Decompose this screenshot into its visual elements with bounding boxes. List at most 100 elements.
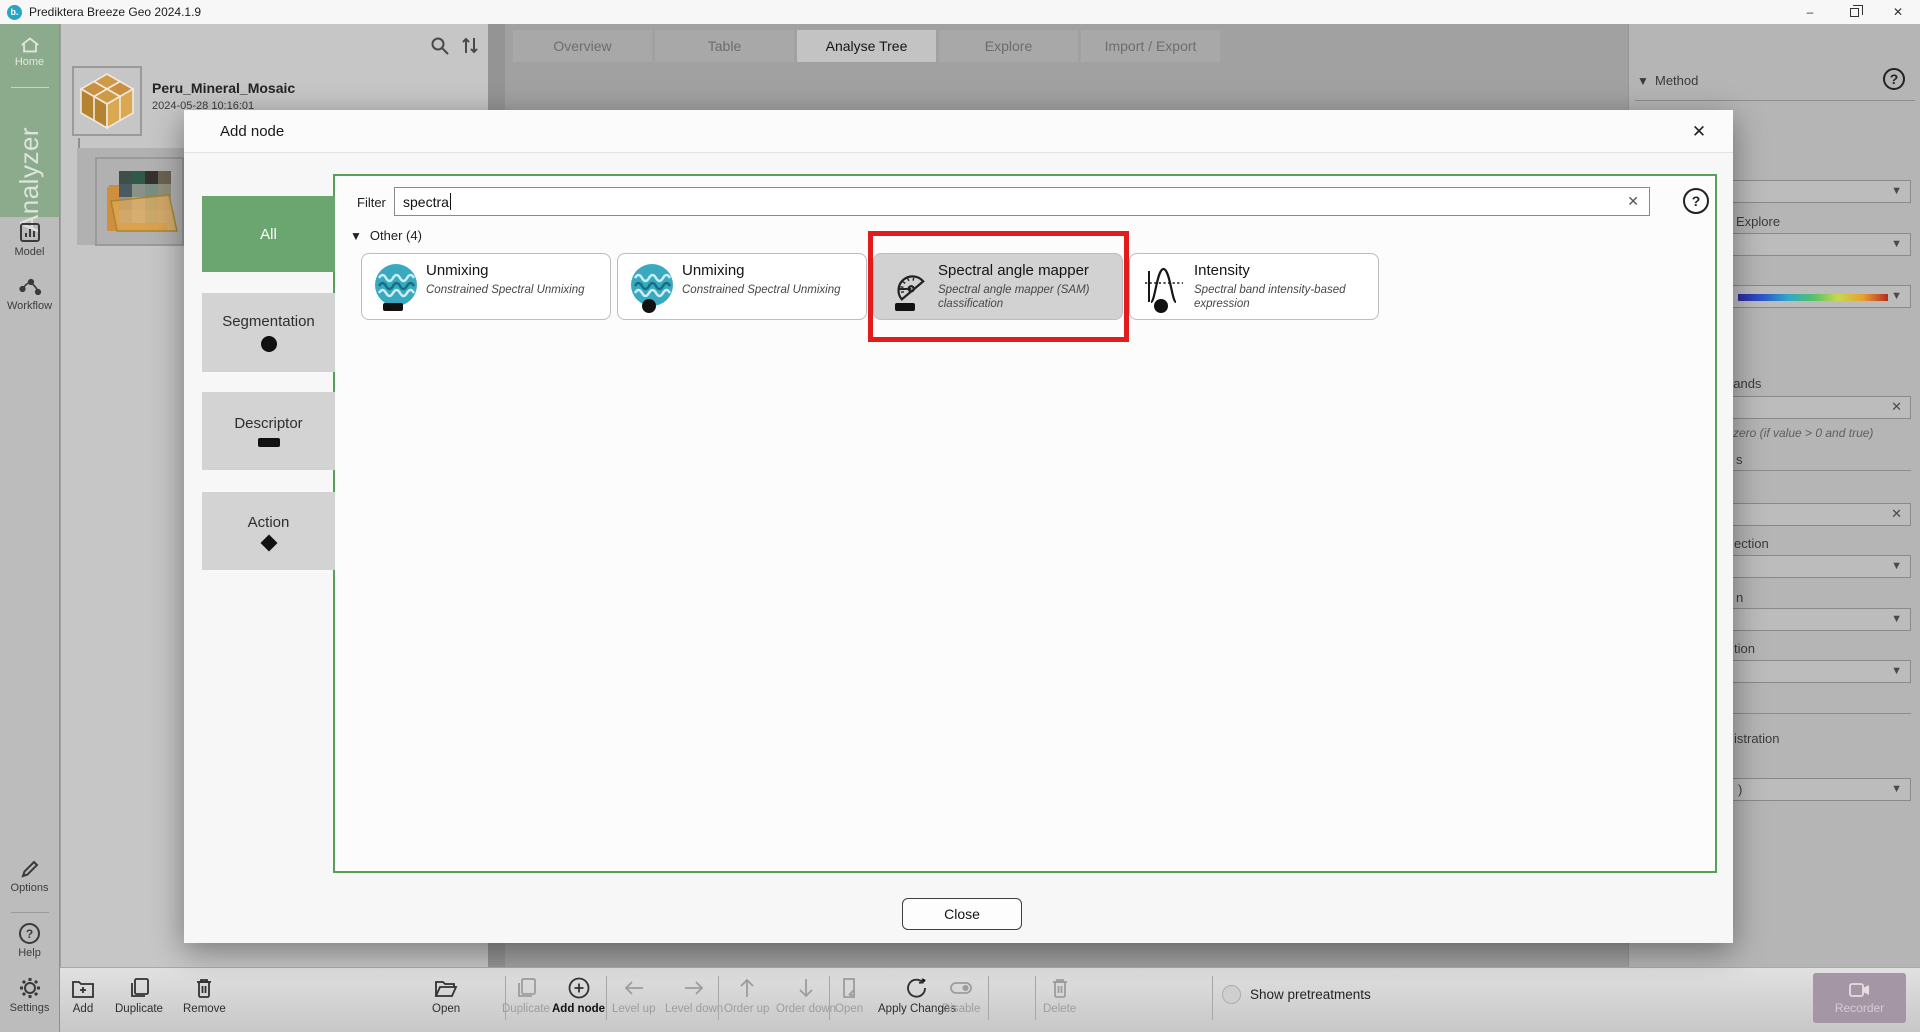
help-icon: ? — [18, 922, 41, 945]
tab-analyse-tree[interactable]: Analyse Tree — [797, 30, 936, 62]
filter-input[interactable]: spectra ✕ — [394, 187, 1650, 216]
dialog-title: Add node — [220, 123, 284, 140]
rail-item-settings[interactable]: Settings — [0, 976, 59, 1014]
tab-explore[interactable]: Explore — [939, 30, 1078, 62]
trash-icon — [1049, 976, 1071, 1000]
window-title: Prediktera Breeze Geo 2024.1.9 — [29, 5, 201, 19]
arrow-right-icon — [681, 976, 707, 1000]
analysis-thumbnail[interactable] — [95, 157, 184, 246]
marker-circle-icon — [1154, 299, 1168, 313]
gear-settings-icon — [18, 976, 42, 1000]
divider — [1635, 100, 1915, 101]
s-label-partial: s — [1736, 452, 1743, 467]
sort-icon[interactable] — [459, 34, 481, 57]
node-card-intensity[interactable]: Intensity Spectral band intensity-based … — [1129, 253, 1379, 320]
rail-item-analyzer[interactable]: Analyzer — [0, 120, 60, 238]
open-button[interactable]: Open — [432, 976, 460, 1015]
toggle-icon — [947, 976, 975, 1000]
clear-icon[interactable]: ✕ — [1891, 399, 1902, 415]
method-section-label: Method — [1655, 73, 1698, 88]
search-icon[interactable] — [429, 35, 451, 57]
delete-button[interactable]: Delete — [1043, 976, 1076, 1015]
level-down-button[interactable]: Level down — [665, 976, 723, 1015]
toolbar-divider — [988, 976, 989, 1020]
tab-import-export[interactable]: Import / Export — [1081, 30, 1220, 62]
duplicate-button[interactable]: Duplicate — [115, 976, 163, 1015]
order-down-button[interactable]: Order down — [776, 976, 836, 1015]
tab-overview[interactable]: Overview — [513, 30, 652, 62]
filter-clear-icon[interactable]: ✕ — [1627, 193, 1639, 210]
category-all-button[interactable]: All — [202, 196, 335, 272]
order-up-button[interactable]: Order up — [724, 976, 769, 1015]
rail-divider — [11, 87, 49, 88]
filter-input-value: spectra — [403, 194, 449, 210]
ection-label-partial: ection — [1734, 536, 1769, 551]
video-camera-icon — [1848, 981, 1872, 999]
level-up-button[interactable]: Level up — [612, 976, 655, 1015]
mosaic-cube-icon — [74, 68, 140, 134]
duplicate-node-button[interactable]: Duplicate — [502, 976, 550, 1015]
recorder-button[interactable]: Recorder — [1813, 973, 1906, 1023]
filter-label: Filter — [357, 195, 386, 210]
n-label-partial: n — [1736, 590, 1743, 605]
close-window-button[interactable]: ✕ — [1876, 0, 1920, 24]
rail-divider — [11, 912, 49, 913]
marker-rect-icon — [383, 303, 403, 311]
rail-item-workflow[interactable]: Workflow — [0, 276, 59, 312]
workflow-icon — [18, 276, 42, 298]
show-pretreatments-toggle[interactable] — [1222, 985, 1241, 1004]
category-descriptor-button[interactable]: Descriptor — [202, 392, 335, 470]
istration-label-partial: istration — [1734, 731, 1780, 746]
rail-item-model[interactable]: Model — [0, 222, 59, 258]
dataset-title[interactable]: Peru_Mineral_Mosaic 2024-05-28 10:16:01 — [152, 80, 295, 112]
selection-highlight-box — [868, 231, 1129, 342]
node-card-unmixing-1[interactable]: Unmixing Constrained Spectral Unmixing — [361, 253, 611, 320]
minimize-button[interactable]: – — [1788, 0, 1832, 24]
zero-note-partial: zero (if value > 0 and true) — [1733, 426, 1873, 440]
add-node-button[interactable]: Add node — [552, 976, 605, 1015]
node-card-unmixing-2[interactable]: Unmixing Constrained Spectral Unmixing — [617, 253, 867, 320]
method-collapse-chevron[interactable]: ▼ — [1637, 74, 1649, 88]
tab-bar: Overview Table Analyse Tree Explore Impo… — [513, 30, 1220, 62]
model-chart-icon — [18, 222, 42, 244]
unmixing-waves-icon — [374, 263, 418, 307]
restore-button[interactable] — [1832, 0, 1876, 24]
toolbar-divider — [1035, 976, 1036, 1020]
show-pretreatments-label: Show pretreatments — [1250, 987, 1371, 1002]
app-logo-icon: b. — [7, 5, 22, 20]
bottom-toolbar: Add Duplicate Remove Open Duplicate Add … — [60, 967, 1920, 1032]
add-button[interactable]: Add — [70, 976, 96, 1015]
clear-icon[interactable]: ✕ — [1891, 506, 1902, 522]
remove-button[interactable]: Remove — [183, 976, 226, 1015]
disable-button[interactable]: Disable — [942, 976, 980, 1015]
duplicate-icon — [514, 976, 538, 1000]
mosaic-folder-icon — [97, 159, 182, 244]
toolbar-divider — [606, 976, 607, 1020]
open-node-button[interactable]: Open — [835, 976, 863, 1015]
tab-table[interactable]: Table — [655, 30, 794, 62]
app-window: b. Prediktera Breeze Geo 2024.1.9 – ✕ Ho… — [0, 0, 1920, 1032]
dialog-close-icon[interactable]: ✕ — [1687, 120, 1711, 144]
close-dialog-button[interactable]: Close — [902, 898, 1022, 930]
group-other-header[interactable]: ▼ Other (4) — [350, 228, 422, 243]
title-bar: b. Prediktera Breeze Geo 2024.1.9 – ✕ — [0, 0, 1920, 24]
dialog-header: Add node ✕ — [184, 110, 1733, 153]
method-help-icon[interactable]: ? — [1883, 68, 1905, 90]
colormap-gradient — [1738, 294, 1888, 301]
sync-icon — [904, 976, 930, 1000]
trash-icon — [193, 976, 215, 1000]
home-icon — [19, 36, 41, 54]
rail-item-options[interactable]: Options — [0, 858, 59, 894]
dataset-thumbnail[interactable] — [72, 66, 142, 136]
segmentation-symbol-icon — [261, 336, 277, 352]
filter-help-icon[interactable]: ? — [1683, 188, 1709, 214]
category-action-button[interactable]: Action — [202, 492, 335, 570]
pencil-options-icon — [19, 858, 41, 880]
descriptor-symbol-icon — [258, 438, 280, 447]
duplicate-icon — [127, 976, 151, 1000]
svg-text:?: ? — [26, 927, 33, 941]
rail-item-help[interactable]: ? Help — [0, 922, 59, 959]
category-segmentation-button[interactable]: Segmentation — [202, 293, 335, 372]
rail-item-home[interactable]: Home — [0, 36, 59, 68]
group-collapse-chevron: ▼ — [350, 229, 362, 243]
